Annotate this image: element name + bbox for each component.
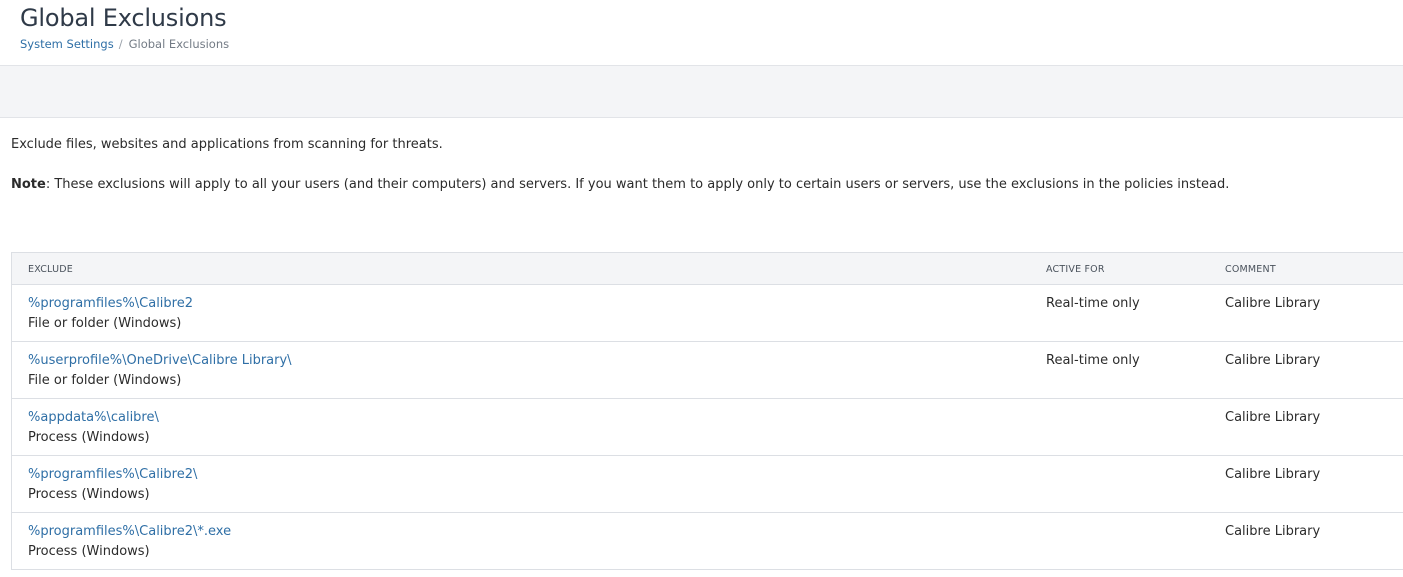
exclusions-table: EXCLUDE ACTIVE FOR COMMENT %programfiles… [11, 252, 1403, 570]
exclusion-type: File or folder (Windows) [28, 316, 182, 331]
intro-text: Exclude files, websites and applications… [11, 137, 443, 152]
table-row: %programfiles%\Calibre2 File or folder (… [12, 285, 1403, 342]
exclusion-type: Process (Windows) [28, 487, 150, 502]
exclusion-path-link[interactable]: %userprofile%\OneDrive\Calibre Library\ [28, 353, 292, 368]
table-row: %userprofile%\OneDrive\Calibre Library\ … [12, 342, 1403, 399]
table-header: EXCLUDE ACTIVE FOR COMMENT [12, 253, 1403, 285]
exclusion-active-for: Real-time only [1046, 296, 1140, 311]
table-row: %programfiles%\Calibre2\ Process (Window… [12, 456, 1403, 513]
exclusion-comment: Calibre Library [1225, 524, 1321, 539]
table-row: %appdata%\calibre\ Process (Windows) Cal… [12, 399, 1403, 456]
breadcrumb-current: Global Exclusions [128, 37, 230, 51]
column-header-comment[interactable]: COMMENT [1225, 264, 1276, 275]
page-title: Global Exclusions [20, 4, 227, 32]
exclusion-active-for: Real-time only [1046, 353, 1140, 368]
breadcrumb-separator: / [118, 37, 123, 51]
exclusion-comment: Calibre Library [1225, 353, 1321, 368]
column-header-exclude[interactable]: EXCLUDE [28, 264, 73, 275]
exclusion-path-link[interactable]: %appdata%\calibre\ [28, 410, 159, 425]
column-header-active-for[interactable]: ACTIVE FOR [1046, 264, 1105, 275]
note-label: Note [11, 177, 46, 192]
exclusion-comment: Calibre Library [1225, 467, 1321, 482]
breadcrumb: System Settings / Global Exclusions [20, 37, 229, 51]
exclusion-path-link[interactable]: %programfiles%\Calibre2 [28, 296, 193, 311]
exclusion-type: Process (Windows) [28, 430, 150, 445]
toolbar-band [0, 66, 1403, 118]
main-content: Exclude files, websites and applications… [0, 118, 1403, 577]
exclusion-path-link[interactable]: %programfiles%\Calibre2\ [28, 467, 197, 482]
exclusion-comment: Calibre Library [1225, 296, 1321, 311]
breadcrumb-system-settings-link[interactable]: System Settings [20, 37, 114, 51]
page-header: Global Exclusions System Settings / Global… [0, 0, 1403, 66]
exclusion-type: File or folder (Windows) [28, 373, 182, 388]
exclusion-path-link[interactable]: %programfiles%\Calibre2\*.exe [28, 524, 231, 539]
exclusion-type: Process (Windows) [28, 544, 150, 559]
table-row: %programfiles%\Calibre2\*.exe Process (W… [12, 513, 1403, 570]
note-body: : These exclusions will apply to all you… [45, 177, 1230, 192]
exclusion-comment: Calibre Library [1225, 410, 1321, 425]
note-text: Note: These exclusions will apply to all… [11, 177, 1229, 192]
